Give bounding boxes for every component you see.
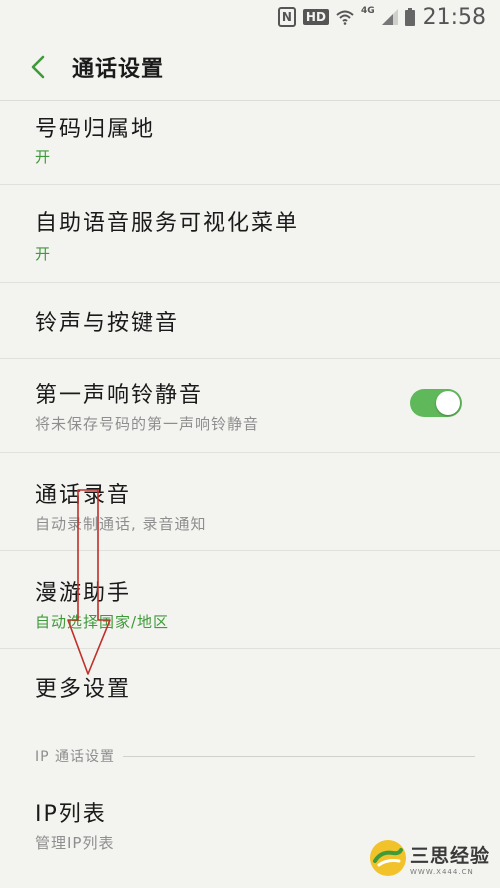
setting-ringtone-keytone[interactable]: 铃声与按键音 — [0, 283, 500, 359]
setting-number-location[interactable]: 号码归属地 开 — [0, 101, 500, 185]
setting-title: 第一声响铃静音 — [35, 383, 204, 408]
setting-title: 自助语音服务可视化菜单 — [35, 211, 300, 236]
watermark-url: WWW.X444.CN — [410, 867, 474, 876]
setting-description: 将未保存号码的第一声响铃静音 — [35, 415, 260, 433]
setting-title: IP列表 — [35, 802, 107, 827]
first-ring-mute-toggle[interactable] — [410, 389, 462, 417]
setting-title: 铃声与按键音 — [35, 311, 180, 336]
network-type-label: 4G — [360, 6, 375, 16]
watermark-name: 三思经验 — [410, 844, 491, 867]
toggle-knob — [436, 391, 460, 415]
section-label: IP 通话设置 — [35, 749, 116, 765]
signal-icon — [381, 9, 398, 25]
chevron-left-icon — [31, 55, 45, 79]
page-title: 通话设置 — [72, 57, 165, 82]
setting-first-ring-mute[interactable]: 第一声响铃静音 将未保存号码的第一声响铃静音 — [0, 359, 500, 453]
status-time: 21:58 — [422, 4, 486, 30]
watermark-logo-icon — [370, 840, 406, 876]
back-button[interactable] — [0, 34, 72, 100]
nfc-icon: N — [277, 7, 296, 27]
setting-status: 开 — [35, 245, 52, 263]
app-header: 通话设置 — [0, 34, 500, 101]
battery-icon — [404, 8, 415, 26]
status-bar: N HD 4G 21:58 — [0, 0, 500, 34]
setting-title: 号码归属地 — [35, 117, 156, 142]
section-header-ip: IP 通话设置 — [35, 744, 475, 768]
section-divider — [123, 755, 475, 757]
watermark: 三思经验 WWW.X444.CN — [370, 828, 500, 888]
wifi-icon — [336, 9, 354, 25]
setting-voice-menu[interactable]: 自助语音服务可视化菜单 开 — [0, 185, 500, 283]
hd-icon: HD — [302, 9, 329, 25]
setting-status: 开 — [35, 148, 52, 166]
annotation-arrow-icon — [67, 489, 111, 675]
setting-description: 管理IP列表 — [35, 834, 115, 852]
